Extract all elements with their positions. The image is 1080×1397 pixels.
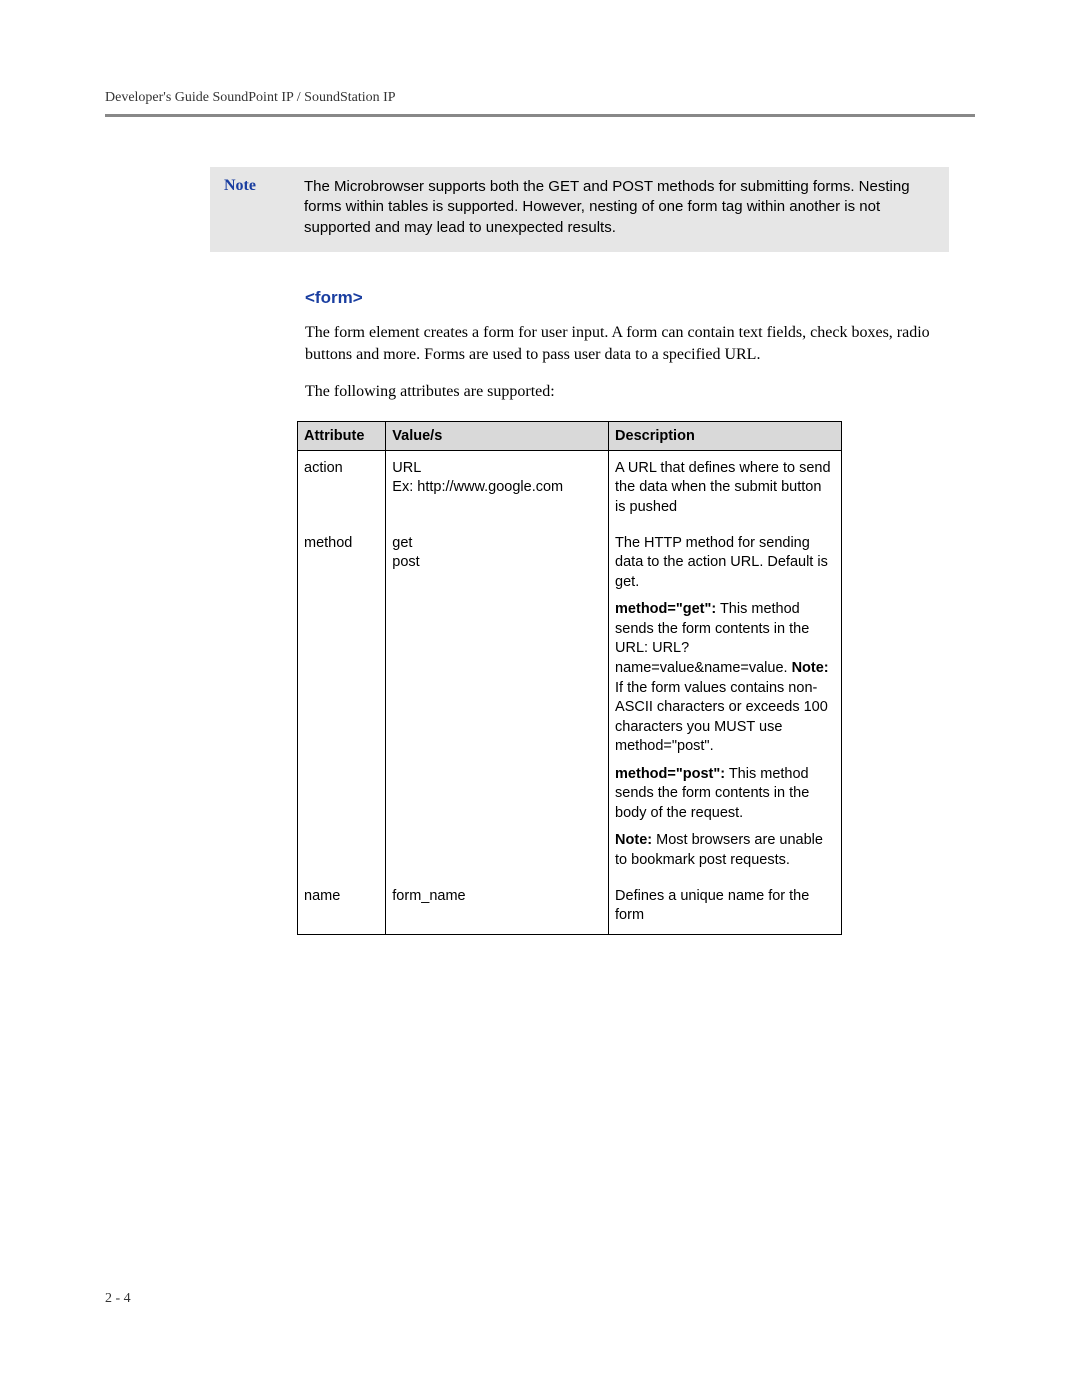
table-header-row: Attribute Value/s Description bbox=[298, 421, 842, 450]
cell-attribute: method bbox=[298, 526, 386, 879]
value-line: URL bbox=[392, 460, 421, 476]
value-line: Ex: http://www.google.com bbox=[392, 479, 563, 495]
section-heading-form: <form> bbox=[305, 288, 945, 308]
bold-text: method="post": bbox=[615, 766, 725, 782]
description-paragraph: method="post": This method sends the for… bbox=[615, 765, 835, 824]
column-header-attribute: Attribute bbox=[298, 421, 386, 450]
column-header-value: Value/s bbox=[386, 421, 609, 450]
description-paragraph: A URL that defines where to send the dat… bbox=[615, 459, 835, 518]
cell-description: A URL that defines where to send the dat… bbox=[609, 450, 842, 525]
document-page: Developer's Guide SoundPoint IP / SoundS… bbox=[0, 0, 1080, 1397]
column-header-description: Description bbox=[609, 421, 842, 450]
running-header: Developer's Guide SoundPoint IP / SoundS… bbox=[105, 90, 975, 106]
table-row: action URL Ex: http://www.google.com A U… bbox=[298, 450, 842, 525]
description-paragraph: Note: Most browsers are unable to bookma… bbox=[615, 831, 835, 870]
table-row: name form_name Defines a unique name for… bbox=[298, 879, 842, 935]
note-label: Note bbox=[224, 177, 304, 195]
bold-text: Note: bbox=[792, 660, 829, 676]
cell-description: The HTTP method for sending data to the … bbox=[609, 526, 842, 879]
cell-attribute: name bbox=[298, 879, 386, 935]
cell-description: Defines a unique name for the form bbox=[609, 879, 842, 935]
description-paragraph: The HTTP method for sending data to the … bbox=[615, 534, 835, 593]
note-callout: Note The Microbrowser supports both the … bbox=[210, 167, 949, 252]
description-paragraph: method="get": This method sends the form… bbox=[615, 600, 835, 757]
content-area: Note The Microbrowser supports both the … bbox=[305, 167, 945, 935]
note-body: The Microbrowser supports both the GET a… bbox=[304, 177, 935, 238]
plain-text: If the form values contains non-ASCII ch… bbox=[615, 680, 828, 755]
cell-value: URL Ex: http://www.google.com bbox=[386, 450, 609, 525]
bold-text: method="get": bbox=[615, 601, 716, 617]
table-row: method get post The HTTP method for send… bbox=[298, 526, 842, 879]
attributes-table: Attribute Value/s Description action URL… bbox=[297, 421, 842, 935]
cell-value: form_name bbox=[386, 879, 609, 935]
page-number: 2 - 4 bbox=[105, 1291, 131, 1307]
body-paragraph: The following attributes are supported: bbox=[305, 381, 945, 403]
body-paragraph: The form element creates a form for user… bbox=[305, 322, 945, 367]
value-line: post bbox=[392, 554, 419, 570]
bold-text: Note: bbox=[615, 832, 652, 848]
cell-value: get post bbox=[386, 526, 609, 879]
cell-attribute: action bbox=[298, 450, 386, 525]
value-line: get bbox=[392, 535, 412, 551]
header-rule bbox=[105, 114, 975, 117]
